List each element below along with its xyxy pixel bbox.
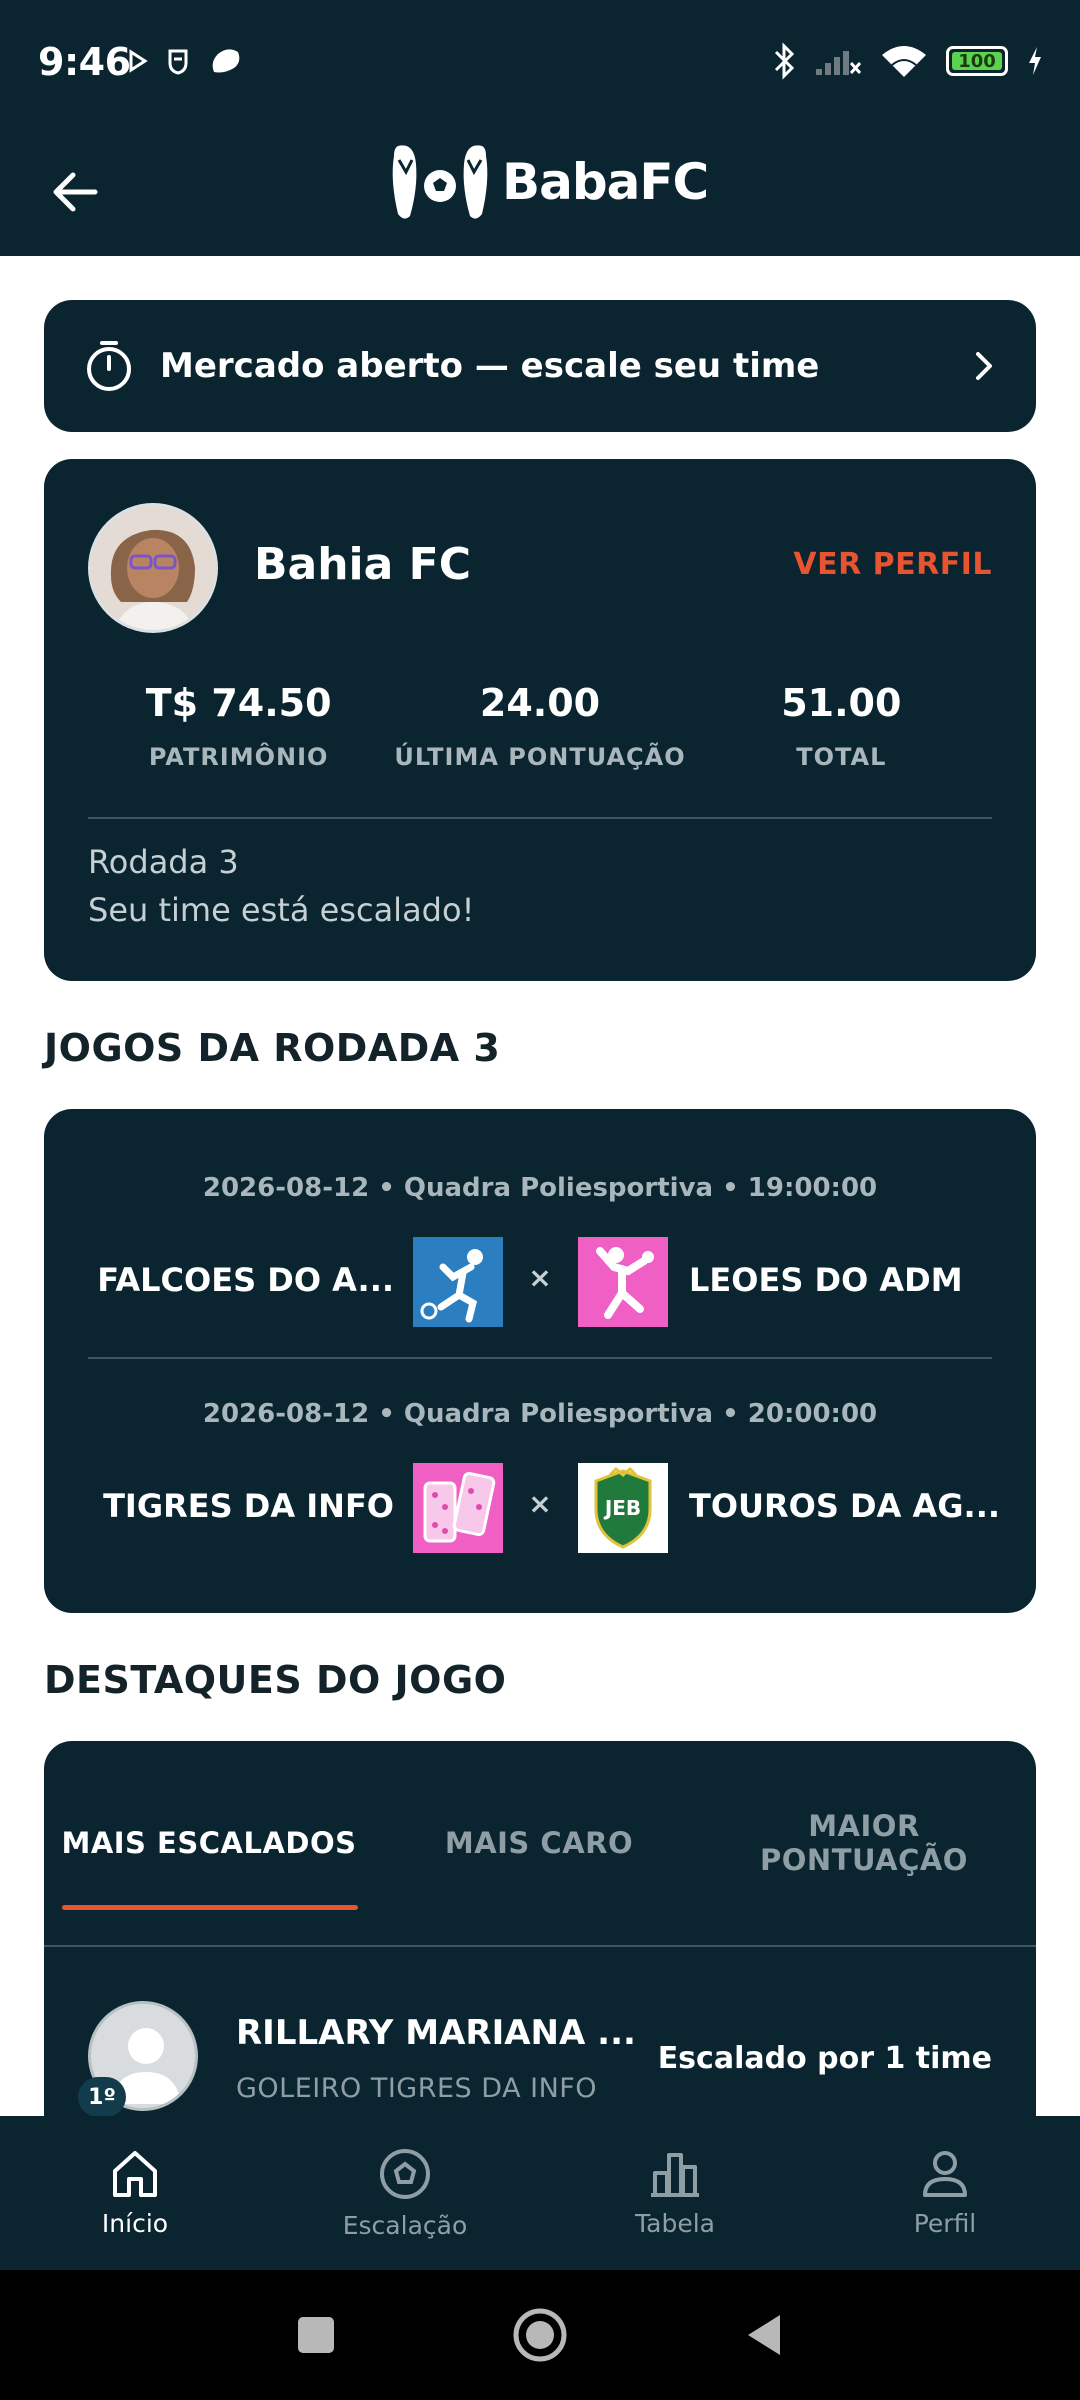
tab-mais-caro[interactable]: MAIS CARO: [374, 1741, 704, 1945]
away-team-name: TOUROS DA AG...: [689, 1487, 1001, 1525]
stat-label: ÚLTIMA PONTUAÇÃO: [394, 743, 686, 771]
system-back-button[interactable]: [744, 2311, 784, 2359]
home-team-name: TIGRES DA INFO: [103, 1487, 394, 1525]
player-position: GOLEIRO TIGRES DA INFO: [236, 2073, 598, 2104]
jeb-shield-logo: JEB: [578, 1463, 668, 1553]
player-name: RILLARY MARIANA ...: [236, 2013, 636, 2053]
brand-logo: BabaFC: [386, 140, 709, 224]
chat-bubble-icon: [212, 49, 240, 73]
soccer-player-logo: [413, 1237, 503, 1327]
battery-level: 100: [958, 50, 996, 72]
status-bar: 9:46 100: [0, 0, 1080, 128]
domino-logo: [413, 1463, 503, 1553]
rank-badge: 1º: [78, 2077, 126, 2116]
signal-off-icon: [816, 51, 862, 75]
nav-inicio[interactable]: Início: [0, 2116, 270, 2270]
view-profile-link[interactable]: VER PERFIL: [793, 547, 992, 582]
nav-label: Escalação: [342, 2210, 468, 2240]
home-icon: [113, 2150, 157, 2197]
tabs-divider: [44, 1945, 1036, 1947]
back-button[interactable]: [40, 162, 110, 222]
stat-value: 51.00: [781, 681, 902, 725]
home-team-name: FALCOES DO A...: [97, 1261, 394, 1299]
system-navigation-bar: [0, 2270, 1080, 2400]
game-row[interactable]: TIGRES DA INFO × JEB TOUROS DA AG...: [44, 1463, 1036, 1553]
stat-total: 51.00 TOTAL: [691, 681, 992, 771]
market-banner[interactable]: Mercado aberto — escale seu time: [44, 300, 1036, 432]
stat-patrimonio: T$ 74.50 PATRIMÔNIO: [88, 681, 389, 771]
play-icon: [129, 49, 148, 73]
nav-label: Tabela: [635, 2208, 715, 2238]
highlights-card: MAIS ESCALADOS MAIS CARO MAIOR PONTUAÇÃO…: [44, 1741, 1036, 2116]
bluetooth-icon: [774, 42, 795, 80]
stat-label: TOTAL: [796, 743, 887, 771]
flipflops-soccer-ball-icon: [392, 145, 488, 219]
game-meta: 2026-08-12 • Quadra Poliesportiva • 19:0…: [202, 1173, 878, 1203]
app-bar: BabaFC: [0, 128, 1080, 256]
person-icon: [923, 2150, 967, 2197]
stat-value: 24.00: [479, 681, 601, 725]
team-name: Bahia FC: [254, 539, 471, 590]
shield-app-icon: [168, 49, 188, 75]
recents-button[interactable]: [296, 2315, 336, 2355]
highlights-tabs: MAIS ESCALADOS MAIS CARO MAIOR PONTUAÇÃO: [44, 1741, 1036, 1945]
battery-icon: 100: [946, 46, 1008, 76]
nav-escalacao[interactable]: Escalação: [270, 2116, 540, 2270]
game-row[interactable]: FALCOES DO A... × LEOES DO ADM: [44, 1237, 1036, 1327]
shot-put-logo: [578, 1237, 668, 1327]
status-system-icons: 100: [772, 42, 1044, 80]
team-stats: T$ 74.50 PATRIMÔNIO 24.00 ÚLTIMA PONTUAÇ…: [88, 681, 992, 771]
team-avatar: [88, 503, 218, 633]
status-time: 9:46: [38, 40, 131, 84]
game-meta: 2026-08-12 • Quadra Poliesportiva • 20:0…: [202, 1399, 878, 1429]
versus-symbol: ×: [528, 1487, 552, 1520]
home-content[interactable]: Mercado aberto — escale seu time Bahia F…: [0, 256, 1080, 2116]
market-banner-text: Mercado aberto — escale seu time: [160, 346, 820, 386]
tab-mais-escalados[interactable]: MAIS ESCALADOS: [54, 1741, 364, 1945]
jeb-logo-text: JEB: [603, 1496, 641, 1520]
wifi-icon: [882, 46, 926, 77]
versus-symbol: ×: [528, 1261, 552, 1294]
active-tab-indicator: [62, 1905, 358, 1910]
bar-chart-icon: [651, 2152, 699, 2197]
stat-ultima-pontuacao: 24.00 ÚLTIMA PONTUAÇÃO: [389, 681, 690, 771]
games-card: 2026-08-12 • Quadra Poliesportiva • 19:0…: [44, 1109, 1036, 1613]
chevron-right-icon: [976, 352, 992, 380]
player-selection-count: Escalado por 1 time: [657, 2041, 992, 2076]
tab-maior-pontuacao[interactable]: MAIOR PONTUAÇÃO: [744, 1741, 984, 1945]
stat-value: T$ 74.50: [145, 681, 332, 725]
nav-tabela[interactable]: Tabela: [540, 2116, 810, 2270]
avatar-photo: [91, 506, 215, 630]
stat-label: PATRIMÔNIO: [148, 743, 329, 771]
team-profile-card: Bahia FC VER PERFIL T$ 74.50 PATRIMÔNIO …: [44, 459, 1036, 981]
charging-icon: [1029, 47, 1041, 75]
stopwatch-icon: [87, 341, 131, 391]
round-label: Rodada 3: [88, 843, 239, 881]
away-team-name: LEOES DO ADM: [689, 1261, 963, 1299]
status-notification-icons: [128, 46, 242, 76]
nav-label: Início: [101, 2208, 169, 2238]
round-status: Seu time está escalado!: [88, 891, 475, 929]
brand-name: BabaFC: [502, 153, 709, 211]
games-section-title: JOGOS DA RODADA 3: [44, 1026, 501, 1070]
bottom-navigation: Início Escalação Tabela Perfil: [0, 2116, 1080, 2270]
home-button[interactable]: [512, 2307, 568, 2363]
highlights-section-title: DESTAQUES DO JOGO: [44, 1658, 507, 1702]
games-divider: [88, 1357, 992, 1359]
soccer-ball-icon: [380, 2148, 430, 2199]
nav-label: Perfil: [913, 2208, 977, 2238]
profile-divider: [88, 817, 992, 819]
back-arrow-icon: [53, 172, 98, 212]
nav-perfil[interactable]: Perfil: [810, 2116, 1080, 2270]
